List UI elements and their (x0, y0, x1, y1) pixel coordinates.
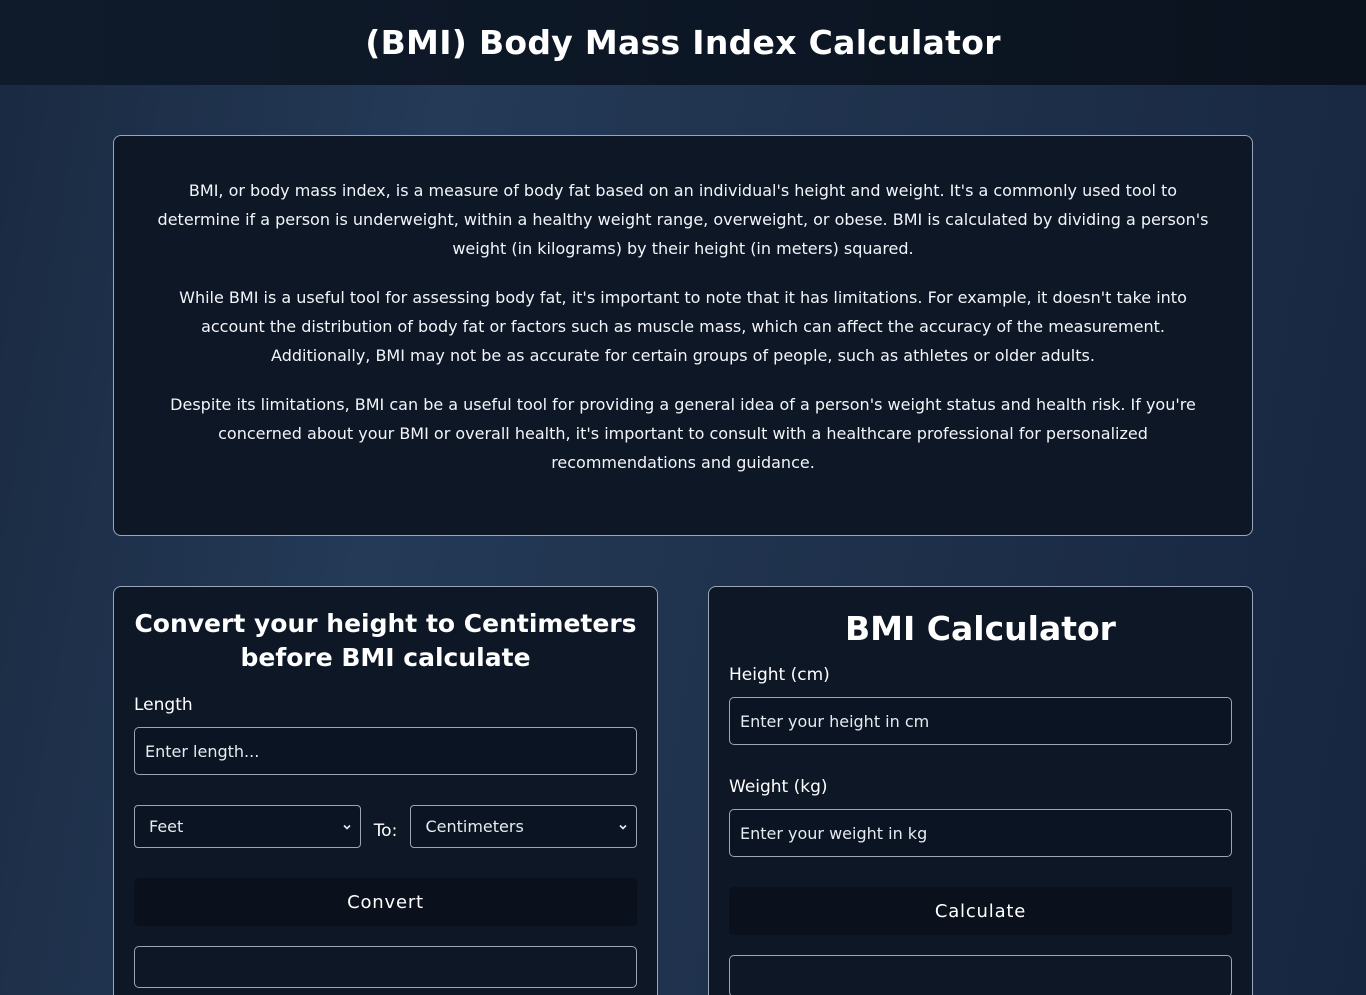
height-input-placeholder: Enter your height in cm (740, 711, 930, 731)
to-unit-select[interactable]: Centimeters (410, 805, 638, 848)
length-input-placeholder: Enter length... (145, 741, 260, 761)
bmi-result-field[interactable] (729, 955, 1232, 995)
calculator-title: BMI Calculator (845, 609, 1116, 648)
to-unit-value: Centimeters (425, 817, 524, 836)
calculate-button[interactable]: Calculate (729, 887, 1232, 935)
from-unit-select[interactable]: Feet (134, 805, 361, 848)
length-input[interactable]: Enter length... (134, 727, 637, 775)
converter-title: Convert your height to Centimeters befor… (134, 609, 637, 672)
info-paragraph-3: Despite its limitations, BMI can be a us… (170, 395, 1196, 472)
bmi-info-card: BMI, or body mass index, is a measure of… (113, 135, 1253, 536)
weight-input-placeholder: Enter your weight in kg (740, 823, 928, 843)
weight-label: Weight (kg) (729, 777, 828, 797)
convert-button[interactable]: Convert (134, 878, 637, 926)
weight-input[interactable]: Enter your weight in kg (729, 809, 1232, 857)
chevron-down-icon (619, 824, 627, 830)
height-converter-card: Convert your height to Centimeters befor… (113, 586, 658, 995)
info-paragraph-2: While BMI is a useful tool for assessing… (179, 288, 1187, 365)
page-title: (BMI) Body Mass Index Calculator (365, 23, 1001, 62)
from-unit-value: Feet (149, 817, 184, 836)
length-label: Length (134, 695, 193, 715)
conversion-result-field[interactable] (134, 946, 637, 988)
height-input[interactable]: Enter your height in cm (729, 697, 1232, 745)
page-header: (BMI) Body Mass Index Calculator (0, 0, 1366, 85)
to-label: To: (373, 820, 398, 841)
chevron-down-icon (342, 824, 351, 830)
unit-selection-row: Feet To: Centimeters (134, 805, 638, 848)
info-paragraph-1: BMI, or body mass index, is a measure of… (157, 181, 1209, 258)
bmi-calculator-card: BMI Calculator Height (cm) Enter your he… (708, 586, 1253, 995)
height-label: Height (cm) (729, 665, 830, 685)
